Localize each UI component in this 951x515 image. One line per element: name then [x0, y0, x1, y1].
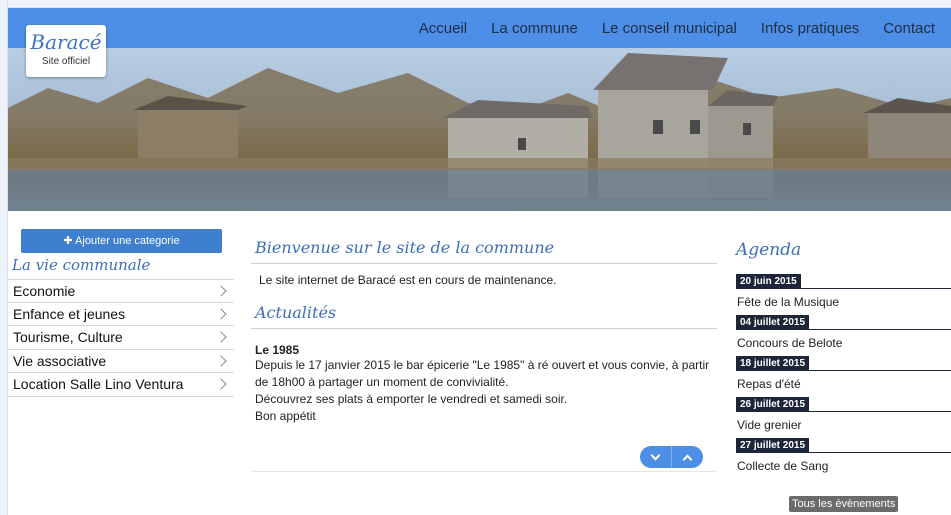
- chevron-right-icon: [215, 378, 227, 390]
- nav-conseil-municipal[interactable]: Le conseil municipal: [602, 20, 737, 37]
- event-name: Vide grenier: [737, 418, 802, 432]
- agenda-title: Agenda: [736, 240, 802, 260]
- news-divider: [251, 471, 717, 472]
- main-nav: Accueil La commune Le conseil municipal …: [419, 8, 935, 48]
- add-category-button[interactable]: ✚ Ajouter une categorie: [21, 229, 222, 253]
- sidebar-item-label: Economie: [13, 282, 76, 299]
- chevron-right-icon: [215, 285, 227, 297]
- news-scroll-down-button[interactable]: [640, 446, 672, 468]
- nav-infos-pratiques[interactable]: Infos pratiques: [761, 20, 859, 37]
- news-line: Depuis le 17 janvier 2015 le bar épiceri…: [255, 358, 710, 389]
- event-name: Collecte de Sang: [737, 459, 829, 473]
- agenda-event[interactable]: 18 juillet 2015 Repas d'été: [736, 356, 951, 391]
- agenda-panel: Agenda 20 juin 2015 Fête de la Musique 0…: [736, 240, 951, 479]
- sidebar-item-label: Tourisme, Culture: [13, 329, 123, 346]
- event-date: 27 juillet 2015: [736, 438, 810, 453]
- main-content: Bienvenue sur le site de la commune Le s…: [251, 238, 717, 425]
- sidebar-item-enfance[interactable]: Enfance et jeunes: [8, 303, 234, 326]
- nav-accueil[interactable]: Accueil: [419, 20, 467, 37]
- news-line: Bon appétit: [255, 409, 316, 423]
- agenda-event[interactable]: 27 juillet 2015 Collecte de Sang: [736, 438, 951, 473]
- event-date: 04 juillet 2015: [736, 315, 810, 330]
- event-date: 26 juillet 2015: [736, 397, 810, 412]
- agenda-event[interactable]: 20 juin 2015 Fête de la Musique: [736, 274, 951, 309]
- event-name: Fête de la Musique: [737, 295, 840, 309]
- event-name: Concours de Belote: [737, 336, 843, 350]
- site-logo[interactable]: Baracé Site officiel: [26, 25, 106, 77]
- welcome-text: Le site internet de Baracé est en cours …: [259, 273, 557, 287]
- sidebar-item-label: Location Salle Lino Ventura: [13, 376, 184, 393]
- chevron-down-icon: [650, 450, 661, 460]
- logo-subtitle: Site officiel: [41, 56, 91, 67]
- event-date: 20 juin 2015: [736, 274, 801, 289]
- logo-name: Baracé: [30, 30, 102, 54]
- news-scroll-up-button[interactable]: [672, 446, 703, 468]
- page-left-edge: [0, 0, 8, 515]
- chevron-right-icon: [215, 355, 227, 367]
- agenda-event[interactable]: 26 juillet 2015 Vide grenier: [736, 397, 951, 432]
- sidebar-item-location-salle[interactable]: Location Salle Lino Ventura: [8, 373, 234, 397]
- event-name: Repas d'été: [737, 377, 801, 391]
- chevron-up-icon: [682, 454, 693, 464]
- sidebar-item-tourisme[interactable]: Tourisme, Culture: [8, 326, 234, 350]
- sidebar-item-label: Vie associative: [13, 352, 107, 369]
- news-line: Découvrez ses plats à emporter le vendre…: [255, 392, 568, 406]
- news-scroll-controls: [640, 446, 703, 468]
- header-banner-image: [8, 48, 951, 211]
- all-events-button[interactable]: Tous les évènements: [789, 496, 899, 512]
- sidebar-item-vie-associative[interactable]: Vie associative: [8, 350, 234, 373]
- page-top-edge: [0, 0, 951, 8]
- plus-icon: ✚: [63, 235, 73, 247]
- agenda-event[interactable]: 04 juillet 2015 Concours de Belote: [736, 315, 951, 350]
- chevron-right-icon: [215, 331, 227, 343]
- sidebar-title: La vie communale: [12, 256, 151, 274]
- welcome-title: Bienvenue sur le site de la commune: [251, 238, 717, 264]
- nav-contact[interactable]: Contact: [883, 20, 935, 37]
- sidebar-item-economie[interactable]: Economie: [8, 279, 234, 303]
- news-body: Depuis le 17 janvier 2015 le bar épiceri…: [251, 357, 717, 425]
- news-title: Actualités: [251, 303, 717, 329]
- news-heading: Le 1985: [255, 343, 300, 357]
- nav-la-commune[interactable]: La commune: [491, 20, 578, 37]
- chevron-right-icon: [215, 308, 227, 320]
- add-category-label: Ajouter une categorie: [75, 235, 180, 247]
- sidebar-item-label: Enfance et jeunes: [13, 305, 126, 322]
- sidebar-menu: Economie Enfance et jeunes Tourisme, Cul…: [8, 279, 234, 397]
- event-date: 18 juillet 2015: [736, 356, 810, 371]
